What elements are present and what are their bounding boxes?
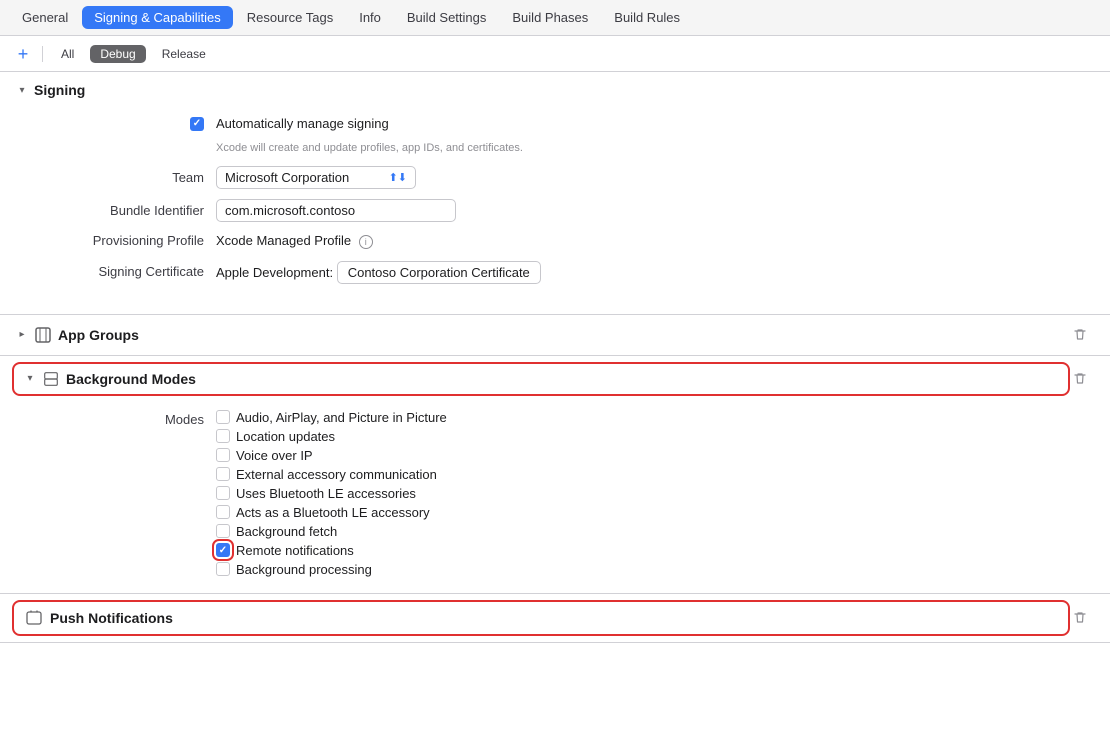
signing-header[interactable]: ▾ Signing bbox=[0, 72, 1110, 108]
filter-bar: + All Debug Release bbox=[0, 36, 1110, 72]
cert-box: Contoso Corporation Certificate bbox=[337, 261, 541, 284]
mode-audio-label: Audio, AirPlay, and Picture in Picture bbox=[236, 410, 447, 425]
bundle-label: Bundle Identifier bbox=[16, 202, 216, 220]
push-notifications-section: Push Notifications bbox=[0, 594, 1110, 643]
trash-icon bbox=[1072, 327, 1088, 343]
auto-manage-checkbox-area bbox=[16, 117, 216, 131]
push-notifications-header: Push Notifications bbox=[0, 594, 1110, 642]
background-modes-header: ▾ Background Modes bbox=[0, 356, 1110, 402]
background-modes-header-highlight[interactable]: ▾ Background Modes bbox=[16, 366, 1066, 392]
add-capability-button[interactable]: + bbox=[12, 43, 34, 65]
push-notifications-trash-icon bbox=[1072, 610, 1088, 626]
team-select[interactable]: Microsoft Corporation ⬆⬇ bbox=[216, 166, 416, 189]
cert-label: Signing Certificate bbox=[16, 263, 216, 281]
background-modes-icon bbox=[42, 370, 60, 388]
mode-external-accessory-checkbox[interactable] bbox=[216, 467, 230, 481]
mode-audio: Audio, AirPlay, and Picture in Picture bbox=[216, 410, 447, 425]
auto-manage-subtext: Xcode will create and update profiles, a… bbox=[216, 141, 523, 156]
team-row: Team Microsoft Corporation ⬆⬇ bbox=[16, 166, 1094, 189]
bundle-row: Bundle Identifier bbox=[16, 199, 1094, 222]
cert-prefix: Apple Development: bbox=[216, 265, 333, 280]
mode-bg-processing-checkbox[interactable] bbox=[216, 562, 230, 576]
filter-release[interactable]: Release bbox=[152, 45, 216, 63]
provisioning-label: Provisioning Profile bbox=[16, 232, 216, 250]
mode-bluetooth-le-checkbox[interactable] bbox=[216, 486, 230, 500]
team-value: Microsoft Corporation bbox=[225, 170, 349, 185]
cert-row: Signing Certificate Apple Development: C… bbox=[16, 261, 1094, 284]
auto-manage-label: Automatically manage signing bbox=[216, 116, 1094, 131]
mode-audio-checkbox[interactable] bbox=[216, 410, 230, 424]
signing-title: Signing bbox=[34, 82, 85, 98]
tab-resource-tags[interactable]: Resource Tags bbox=[235, 6, 345, 29]
mode-remote-notifications: Remote notifications bbox=[216, 543, 447, 558]
push-notifications-icon bbox=[24, 608, 44, 628]
app-groups-chevron[interactable]: ▸ bbox=[16, 329, 28, 340]
provisioning-info-icon[interactable]: i bbox=[359, 235, 373, 249]
background-modes-title: Background Modes bbox=[66, 371, 196, 387]
background-modes-body: Modes Audio, AirPlay, and Picture in Pic… bbox=[0, 402, 1110, 593]
mode-bg-processing: Background processing bbox=[216, 562, 447, 577]
app-groups-icon bbox=[34, 326, 52, 344]
provisioning-row: Provisioning Profile Xcode Managed Profi… bbox=[16, 232, 1094, 250]
tab-build-settings[interactable]: Build Settings bbox=[395, 6, 499, 29]
background-modes-delete-button[interactable] bbox=[1066, 369, 1094, 389]
mode-acts-bluetooth-label: Acts as a Bluetooth LE accessory bbox=[236, 505, 430, 520]
app-groups-delete-button[interactable] bbox=[1066, 325, 1094, 345]
main-content: ▾ Signing Automatically manage signing X… bbox=[0, 72, 1110, 643]
tab-signing-capabilities[interactable]: Signing & Capabilities bbox=[82, 6, 232, 29]
cert-value-area: Apple Development: Contoso Corporation C… bbox=[216, 261, 1094, 284]
push-notifications-title: Push Notifications bbox=[50, 610, 173, 626]
mode-remote-notifications-checkbox[interactable] bbox=[216, 543, 230, 557]
filter-all[interactable]: All bbox=[51, 45, 84, 63]
mode-location-checkbox[interactable] bbox=[216, 429, 230, 443]
auto-manage-subtext-row: Xcode will create and update profiles, a… bbox=[16, 141, 1094, 156]
background-modes-section: ▾ Background Modes Modes bbox=[0, 356, 1110, 594]
push-notifications-header-highlight[interactable]: Push Notifications bbox=[16, 604, 1066, 632]
mode-location: Location updates bbox=[216, 429, 447, 444]
tab-general[interactable]: General bbox=[10, 6, 80, 29]
auto-manage-checkbox[interactable] bbox=[190, 117, 204, 131]
modes-row: Modes Audio, AirPlay, and Picture in Pic… bbox=[16, 410, 1094, 577]
tab-build-phases[interactable]: Build Phases bbox=[500, 6, 600, 29]
mode-bg-fetch-label: Background fetch bbox=[236, 524, 337, 539]
mode-bg-processing-label: Background processing bbox=[236, 562, 372, 577]
mode-bluetooth-le-label: Uses Bluetooth LE accessories bbox=[236, 486, 416, 501]
team-label: Team bbox=[16, 169, 216, 187]
provisioning-value: Xcode Managed Profile i bbox=[216, 233, 1094, 249]
select-arrows-icon: ⬆⬇ bbox=[389, 171, 407, 184]
modes-list: Audio, AirPlay, and Picture in Picture L… bbox=[216, 410, 447, 577]
filter-debug[interactable]: Debug bbox=[90, 45, 145, 63]
app-groups-section: ▸ App Groups bbox=[0, 315, 1110, 356]
push-notifications-delete-button[interactable] bbox=[1066, 608, 1094, 628]
modes-label: Modes bbox=[16, 410, 216, 427]
mode-voip-checkbox[interactable] bbox=[216, 448, 230, 462]
mode-bluetooth-le: Uses Bluetooth LE accessories bbox=[216, 486, 447, 501]
provisioning-value-text: Xcode Managed Profile bbox=[216, 233, 351, 248]
mode-voip-label: Voice over IP bbox=[236, 448, 313, 463]
signing-section: ▾ Signing Automatically manage signing X… bbox=[0, 72, 1110, 315]
mode-location-label: Location updates bbox=[236, 429, 335, 444]
auto-manage-row: Automatically manage signing bbox=[16, 116, 1094, 131]
mode-voip: Voice over IP bbox=[216, 448, 447, 463]
app-groups-header-inner: ▸ App Groups bbox=[16, 326, 1066, 344]
mode-external-accessory-label: External accessory communication bbox=[236, 467, 437, 482]
filter-separator bbox=[42, 46, 43, 62]
mode-bg-fetch-checkbox[interactable] bbox=[216, 524, 230, 538]
tab-info[interactable]: Info bbox=[347, 6, 393, 29]
background-modes-trash-icon bbox=[1072, 371, 1088, 387]
mode-bg-fetch: Background fetch bbox=[216, 524, 447, 539]
signing-chevron-down: ▾ bbox=[16, 85, 28, 96]
mode-acts-bluetooth-checkbox[interactable] bbox=[216, 505, 230, 519]
tab-bar: General Signing & Capabilities Resource … bbox=[0, 0, 1110, 36]
mode-external-accessory: External accessory communication bbox=[216, 467, 447, 482]
tab-build-rules[interactable]: Build Rules bbox=[602, 6, 692, 29]
app-groups-title: App Groups bbox=[58, 327, 139, 343]
mode-acts-bluetooth: Acts as a Bluetooth LE accessory bbox=[216, 505, 447, 520]
bundle-input[interactable] bbox=[216, 199, 456, 222]
signing-form: Automatically manage signing Xcode will … bbox=[0, 108, 1110, 314]
background-modes-chevron[interactable]: ▾ bbox=[24, 373, 36, 384]
app-groups-header: ▸ App Groups bbox=[0, 315, 1110, 355]
mode-remote-notifications-label: Remote notifications bbox=[236, 543, 354, 558]
